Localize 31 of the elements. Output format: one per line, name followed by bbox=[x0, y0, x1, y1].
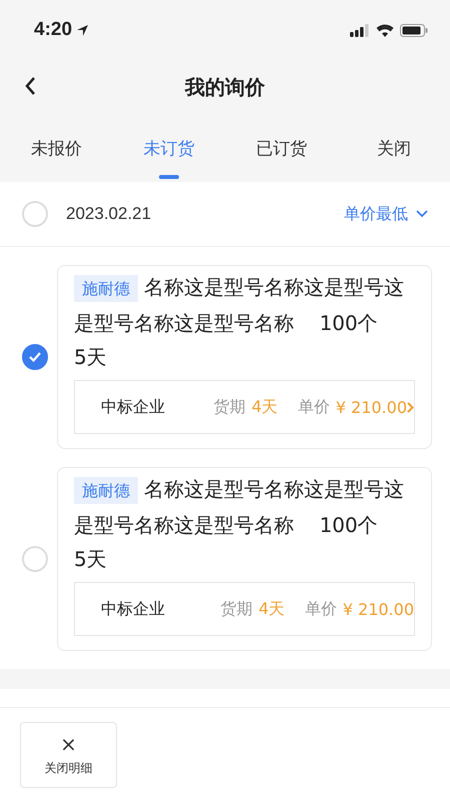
item-description: 施耐德 名称这是型号名称这是型号这是型号名称这是型号名称 100个 5天 bbox=[74, 274, 405, 371]
supplier-row[interactable]: 中标企业 货期 4天 单价 ¥ 210.00 bbox=[74, 380, 415, 434]
supplier-name: 中标企业 bbox=[101, 396, 166, 418]
delivery-value: 4天 bbox=[252, 396, 278, 418]
wifi-icon bbox=[376, 24, 394, 36]
status-time: 4:20 bbox=[34, 19, 72, 41]
delivery-label: 货期 bbox=[214, 396, 246, 418]
price-value: ¥ 210.00 bbox=[336, 398, 407, 416]
select-all-radio[interactable] bbox=[22, 201, 48, 227]
chevron-down-icon bbox=[416, 210, 428, 218]
price-label: 单价 bbox=[298, 396, 330, 418]
item-radio[interactable] bbox=[22, 344, 48, 370]
location-icon bbox=[76, 24, 90, 36]
battery-icon bbox=[400, 24, 428, 36]
supplier-row[interactable]: 中标企业 货期 4天 单价 ¥ 210.00 bbox=[74, 582, 415, 636]
price-label: 单价 bbox=[304, 598, 337, 620]
delivery-value: 4天 bbox=[258, 598, 285, 620]
supplier-name: 中标企业 bbox=[101, 598, 166, 620]
close-details-button[interactable]: × 关闭明细 bbox=[20, 722, 117, 788]
item-description: 施耐德 名称这是型号名称这是型号这是型号名称这是型号名称 100个 5天 bbox=[74, 476, 405, 573]
page-title: 我的询价 bbox=[185, 74, 265, 101]
tab[interactable]: 未报价 bbox=[0, 115, 112, 182]
checkmark-icon bbox=[28, 351, 42, 363]
delivery-label: 货期 bbox=[220, 598, 253, 620]
tab[interactable]: 未订货 bbox=[112, 115, 225, 182]
group-date: 2023.02.21 bbox=[66, 204, 152, 224]
tab[interactable]: 关闭 bbox=[338, 115, 450, 182]
signal-icon bbox=[350, 24, 370, 36]
tab[interactable]: 已订货 bbox=[225, 115, 338, 182]
sort-dropdown[interactable]: 单价最低 bbox=[344, 204, 428, 224]
price-value: ¥ 210.00 bbox=[342, 600, 414, 618]
